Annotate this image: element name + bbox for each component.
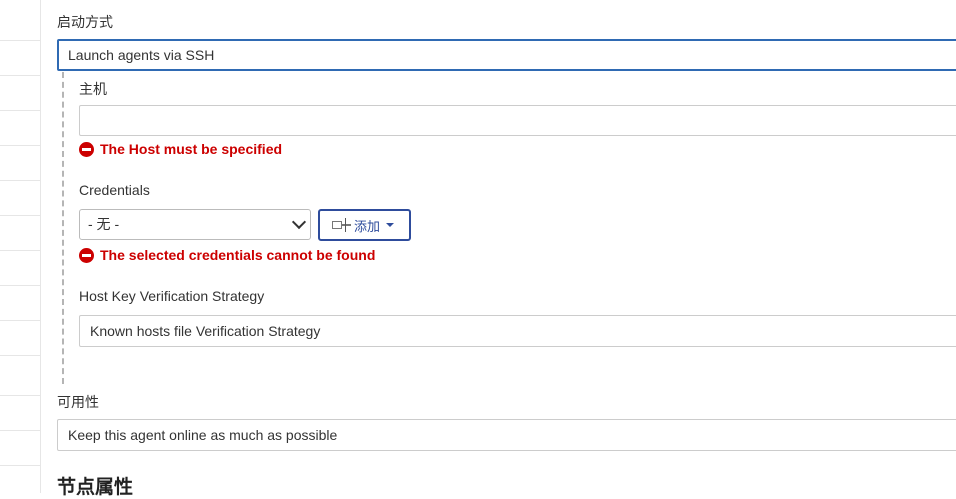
sidebar-divider	[0, 320, 40, 321]
sidebar-divider	[0, 75, 40, 76]
add-credentials-button[interactable]: 添加	[318, 209, 411, 241]
availability-select[interactable]: Keep this agent online as much as possib…	[57, 419, 956, 451]
caret-down-icon	[386, 223, 395, 227]
host-label: 主机	[79, 81, 107, 97]
launch-method-select[interactable]: Launch agents via SSH	[57, 39, 956, 71]
sidebar-divider	[0, 145, 40, 146]
sidebar-divider	[0, 285, 40, 286]
chevron-down-icon	[291, 214, 307, 230]
sidebar-divider	[0, 355, 40, 356]
error-icon	[79, 247, 94, 263]
host-key-label: Host Key Verification Strategy	[79, 288, 265, 304]
host-key-select[interactable]: Known hosts file Verification Strategy	[79, 315, 956, 347]
sidebar-divider	[0, 430, 40, 431]
sidebar-divider	[0, 215, 40, 216]
sidebar-divider	[0, 250, 40, 251]
credentials-error-text: The selected credentials cannot be found	[100, 247, 376, 263]
availability-label: 可用性	[57, 394, 99, 410]
nested-section-guide	[62, 72, 64, 384]
sidebar-divider	[0, 395, 40, 396]
sidebar-divider	[0, 40, 40, 41]
credentials-selected-value: - 无 -	[88, 216, 120, 232]
credentials-label: Credentials	[79, 182, 150, 198]
host-input[interactable]	[79, 105, 956, 136]
sidebar-divider	[0, 180, 40, 181]
left-sidebar	[0, 0, 41, 493]
sidebar-divider	[0, 465, 40, 466]
add-credentials-label: 添加	[354, 218, 381, 234]
node-properties-heading: 节点属性	[57, 477, 134, 498]
launch-method-label: 启动方式	[57, 14, 113, 30]
credentials-error: The selected credentials cannot be found	[79, 247, 375, 263]
error-icon	[79, 141, 94, 157]
credentials-select[interactable]: - 无 -	[79, 209, 311, 240]
host-error: The Host must be specified	[79, 141, 282, 157]
host-error-text: The Host must be specified	[100, 141, 283, 157]
sidebar-divider	[0, 110, 40, 111]
key-icon	[332, 218, 352, 232]
